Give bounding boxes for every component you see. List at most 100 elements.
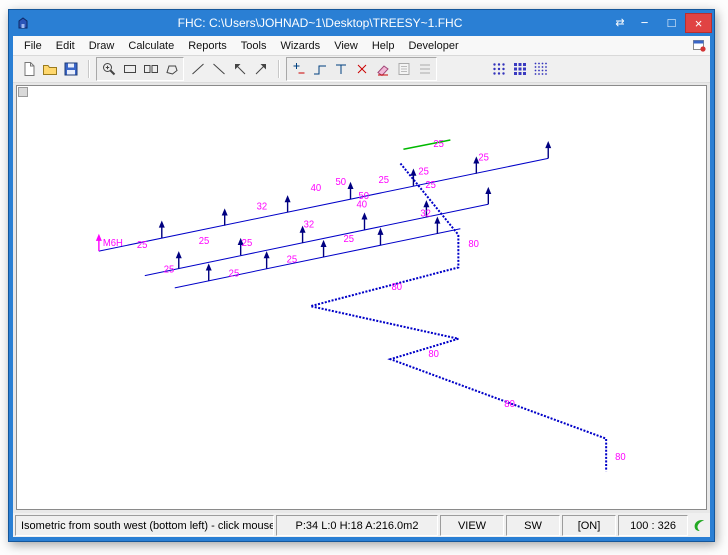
pipe-size-label: 40 xyxy=(311,183,322,194)
pipe-size-label: 25 xyxy=(478,152,489,163)
pipe-size-label: 25 xyxy=(344,234,355,245)
menu-bar: FileEditDrawCalculateReportsToolsWizards… xyxy=(13,36,710,56)
status-panel-3: SW xyxy=(506,515,560,536)
pipe-drawing[interactable]: M6H2525252525322532402550405025253225252… xyxy=(17,86,706,509)
menu-corner-icon[interactable] xyxy=(693,39,706,52)
pipe-size-label: 25 xyxy=(137,240,148,251)
pipe-size-label: 25 xyxy=(242,238,253,249)
double-arrow-icon[interactable]: ⇄ xyxy=(609,13,631,33)
sprinkler-head-icon[interactable] xyxy=(176,251,182,258)
zoom-icon[interactable] xyxy=(98,59,119,79)
pipe-size-label: 25 xyxy=(229,269,240,280)
menu-item-wizards[interactable]: Wizards xyxy=(273,36,327,55)
grid-dots-icon[interactable] xyxy=(488,59,509,79)
toolbar-group xyxy=(17,58,82,80)
sprinkler-head-icon[interactable] xyxy=(264,251,270,258)
toolbar-group xyxy=(487,58,552,80)
pipe-size-label: 80 xyxy=(504,399,515,410)
pipe-size-label: 25 xyxy=(287,254,298,265)
status-bar: Isometric from south west (bottom left) … xyxy=(13,513,710,537)
sprinkler-head-icon[interactable] xyxy=(362,212,368,219)
pipe-riser-icon[interactable] xyxy=(309,59,330,79)
sprinkler-head-icon[interactable] xyxy=(222,208,228,215)
mdi-client-area: M6H2525252525322532402550405025253225252… xyxy=(13,83,710,513)
status-panel-2: VIEW xyxy=(440,515,504,536)
menu-item-draw[interactable]: Draw xyxy=(82,36,122,55)
toolbar-group xyxy=(96,57,184,81)
draw-line-ne-icon[interactable] xyxy=(187,59,208,79)
sprinkler-head-icon[interactable] xyxy=(434,216,440,223)
status-panel-4: [ON] xyxy=(562,515,616,536)
sprinkler-head-icon[interactable] xyxy=(206,263,212,270)
app-icon xyxy=(15,15,31,31)
menu-item-tools[interactable]: Tools xyxy=(234,36,274,55)
title-bar[interactable]: FHC: C:\Users\JOHNAD~1\Desktop\TREESY~1.… xyxy=(9,10,714,36)
pipe-size-label: 80 xyxy=(468,239,479,250)
menu-item-reports[interactable]: Reports xyxy=(181,36,234,55)
toolbar xyxy=(13,56,710,83)
sprinkler-head-icon[interactable] xyxy=(159,221,165,228)
maximize-button[interactable]: □ xyxy=(658,13,685,33)
calc-sheet-icon[interactable] xyxy=(393,59,414,79)
sprinkler-head-icon[interactable] xyxy=(485,187,491,194)
menu-item-developer[interactable]: Developer xyxy=(401,36,465,55)
grid-dense-icon[interactable] xyxy=(530,59,551,79)
toolbar-separator xyxy=(88,60,90,78)
sprinkler-head-icon[interactable] xyxy=(96,234,102,241)
minimize-button[interactable]: − xyxy=(631,13,658,33)
pipe-delete-icon[interactable] xyxy=(351,59,372,79)
save-icon[interactable] xyxy=(60,59,81,79)
pipe-size-label: 32 xyxy=(420,208,431,219)
pipe-line[interactable] xyxy=(99,158,548,251)
pipe-size-label: 80 xyxy=(615,452,626,463)
arrow-ne-icon[interactable] xyxy=(250,59,271,79)
pipe-size-label: 50 xyxy=(336,177,347,188)
canvas-corner-box xyxy=(18,87,28,97)
menu-item-view[interactable]: View xyxy=(327,36,365,55)
sprinkler-head-icon[interactable] xyxy=(410,169,416,176)
menu-item-calculate[interactable]: Calculate xyxy=(121,36,181,55)
pipe-size-label: 25 xyxy=(433,139,444,150)
pipe-size-label: 25 xyxy=(378,175,389,186)
pipe-size-label: 25 xyxy=(164,264,175,275)
pipe-edit-icon[interactable] xyxy=(372,59,393,79)
status-ok-icon xyxy=(690,515,708,536)
pipe-size-label: 25 xyxy=(199,236,210,247)
close-button[interactable]: × xyxy=(685,13,712,33)
pipe-size-label: M6H xyxy=(103,238,123,249)
pipe-size-label: 32 xyxy=(304,220,315,231)
pipe-add-remove-icon[interactable] xyxy=(288,59,309,79)
sprinkler-head-icon[interactable] xyxy=(321,240,327,247)
pipe-size-label: 80 xyxy=(428,349,439,360)
status-panel-5: 100 : 326 xyxy=(618,515,688,536)
grid-blocks-icon[interactable] xyxy=(509,59,530,79)
pipe-size-label: 32 xyxy=(257,201,268,212)
app-window: FHC: C:\Users\JOHNAD~1\Desktop\TREESY~1.… xyxy=(8,9,715,542)
menu-item-file[interactable]: File xyxy=(17,36,49,55)
window-title: FHC: C:\Users\JOHNAD~1\Desktop\TREESY~1.… xyxy=(31,16,609,30)
new-file-icon[interactable] xyxy=(18,59,39,79)
drawing-canvas[interactable]: M6H2525252525322532402550405025253225252… xyxy=(16,85,707,510)
pipe-size-label: 80 xyxy=(391,282,402,293)
pipe-size-label: 25 xyxy=(425,180,436,191)
open-file-icon[interactable] xyxy=(39,59,60,79)
pipe-line[interactable] xyxy=(145,204,489,275)
sprinkler-head-icon[interactable] xyxy=(545,141,551,148)
menu-item-help[interactable]: Help xyxy=(365,36,402,55)
pipe-size-label: 50 xyxy=(359,191,370,202)
draw-double-rectangle-icon[interactable] xyxy=(140,59,161,79)
menu-item-edit[interactable]: Edit xyxy=(49,36,82,55)
sprinkler-head-icon[interactable] xyxy=(348,182,354,189)
pipe-line[interactable] xyxy=(311,163,607,471)
calc-list-icon[interactable] xyxy=(414,59,435,79)
sprinkler-head-icon[interactable] xyxy=(377,228,383,235)
sprinkler-head-icon[interactable] xyxy=(285,195,291,202)
draw-line-se-icon[interactable] xyxy=(208,59,229,79)
pipe-tee-icon[interactable] xyxy=(330,59,351,79)
sprinkler-head-icon[interactable] xyxy=(423,200,429,207)
arrow-nw-icon[interactable] xyxy=(229,59,250,79)
draw-polygon-icon[interactable] xyxy=(161,59,182,79)
status-panel-0: Isometric from south west (bottom left) … xyxy=(15,515,274,536)
draw-rectangle-icon[interactable] xyxy=(119,59,140,79)
pipe-size-label: 25 xyxy=(418,167,429,178)
